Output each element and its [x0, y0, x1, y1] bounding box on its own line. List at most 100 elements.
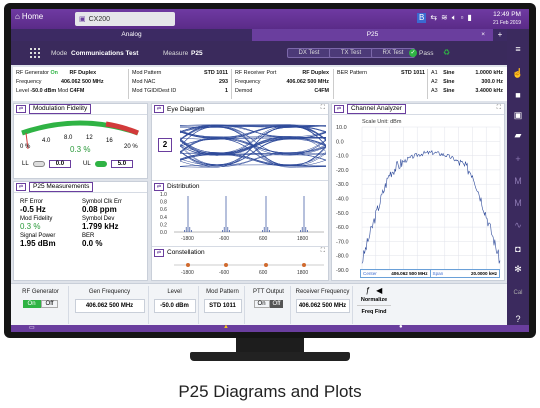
mode-value[interactable]: Communications Test — [71, 50, 138, 57]
eye-plot — [180, 124, 326, 168]
const-x-tick: -1800 — [181, 270, 194, 276]
expand-icon[interactable]: ⛶ — [321, 105, 325, 112]
ul-toggle[interactable] — [94, 161, 107, 167]
p25-grid: RF Error -0.5 Hz Symbol Clk Err 0.08 ppm M… — [20, 199, 123, 248]
audio-info: A1 Sine 1.0000 kHz A2 Sine 300.0 Hz A3 Sin… — [431, 70, 503, 94]
receiver-frequency-softkey[interactable]: Receiver Frequency 406.062 500 MHz — [293, 286, 353, 324]
spec-y-tick: 10.0 — [336, 125, 347, 131]
distribution-plot: 1.0 0.80.6 0.40.2 0.0 -1800 -600 600 1800 — [160, 192, 324, 242]
dist-y-tick: 0.0 — [160, 230, 167, 236]
ethernet-icon: ⇆ — [430, 13, 438, 22]
status-icons: B ⇆ ≋ 🔈︎ ▫ ▮ — [417, 13, 472, 23]
scale-unit: Scale Unit: dBm — [362, 119, 402, 125]
panel-title: Distribution — [167, 183, 200, 190]
gauge-value: 0.3 % — [70, 145, 90, 154]
ll-value[interactable]: 0.0 — [48, 160, 72, 168]
symbols-box[interactable]: 2 — [158, 138, 172, 152]
settings-icon[interactable]: ✻ — [512, 263, 524, 275]
swap-icon[interactable]: ⇄ — [154, 105, 164, 113]
page-caption: P25 Diagrams and Plots — [178, 382, 362, 401]
spec-y-tick: -90.0 — [336, 268, 349, 274]
ptt-output-softkey[interactable]: PTT Output On Off — [247, 286, 291, 324]
footer-bar: ▭ ▲ ● — [11, 324, 529, 332]
spectrum-plot: Scale Unit: dBm 10.0 0.0 -10.0 -20.0 -30.0 -4… — [336, 119, 501, 274]
ul-value[interactable]: 5.0 — [110, 160, 134, 168]
ber-info: BER Pattern STD 1011 — [337, 70, 425, 76]
expand-icon[interactable]: ⛶ — [497, 105, 501, 112]
mod-pattern-softkey[interactable]: Mod Pattern STD 1011 — [201, 286, 245, 324]
measure-value[interactable]: P25 — [191, 50, 203, 57]
ptt-off-toggle[interactable]: Off — [269, 300, 284, 308]
spec-y-tick: -60.0 — [336, 225, 349, 231]
ptt-on-toggle[interactable]: On — [253, 300, 270, 308]
calc-icon[interactable]: Cal — [512, 287, 524, 299]
marker-icon[interactable]: + — [512, 153, 524, 165]
pulse-icon[interactable]: ∿ — [512, 219, 524, 231]
center-freq[interactable]: Center 406.062 500 MHz — [361, 270, 431, 277]
span-info: Center 406.062 500 MHz Span 20.0000 kHz — [360, 269, 500, 278]
freq-find-button[interactable]: Freq Find — [357, 309, 391, 315]
ll-toggle[interactable] — [32, 161, 45, 167]
camera-icon: ▫ — [460, 13, 464, 22]
lock-icon[interactable]: ■ — [512, 89, 524, 101]
normalize-button[interactable]: Normalize — [357, 297, 391, 306]
panel-title: Channel Analyzer — [347, 104, 406, 114]
rf-on-toggle[interactable]: On — [22, 300, 41, 308]
tab-analog[interactable]: Analog — [11, 29, 252, 41]
dist-x-tick: -600 — [219, 236, 229, 242]
swap-icon[interactable]: ⇄ — [16, 183, 26, 191]
rf-generator-info: RF Generator On RF Duplex Frequency 406.… — [16, 70, 104, 94]
monitor-bezel: ⌂ Home ▣ CX200 B ⇆ ≋ 🔈︎ ▫ ▮ 12:49 PM 21 … — [4, 3, 536, 338]
spec-y-tick: -80.0 — [336, 254, 349, 260]
close-icon[interactable]: × — [481, 29, 485, 41]
swap-icon[interactable]: ⇄ — [154, 182, 164, 191]
dist-x-tick: 600 — [259, 236, 268, 242]
gauge-tick: 12 — [86, 135, 93, 141]
speaker-icon[interactable]: ◀ — [376, 286, 382, 295]
add-tab-button[interactable]: + — [493, 29, 507, 41]
m2-icon[interactable]: M — [512, 197, 524, 209]
device-tab[interactable]: ▣ CX200 — [75, 12, 175, 26]
dist-y-tick: 0.6 — [160, 207, 167, 213]
eye-diagram-panel: ⇄ Eye Diagram ⛶ 2 ⇄ Distribution 1.0 0.8 0… — [151, 103, 329, 281]
constellation-plot: -1800 -600 600 1800 — [174, 263, 324, 276]
swap-icon[interactable]: ⇄ — [334, 105, 344, 113]
home-button[interactable]: ⌂ Home — [15, 12, 43, 21]
swap-icon[interactable]: ⇄ — [16, 105, 26, 113]
gen-frequency-softkey[interactable]: Gen Frequency 406.062 500 MHz — [71, 286, 149, 324]
const-x-tick: 600 — [259, 270, 268, 276]
help-icon[interactable]: ? — [512, 313, 524, 325]
recycle-icon[interactable]: ♻ — [443, 48, 450, 57]
tab-p25[interactable]: P25 × — [252, 29, 493, 41]
m1-icon[interactable]: M — [512, 175, 524, 187]
spec-y-tick: -30.0 — [336, 182, 349, 188]
dx-test-button[interactable]: DX Test — [287, 48, 331, 58]
expand-icon[interactable]: ⛶ — [321, 248, 325, 255]
level-softkey[interactable]: Level -50.0 dBm — [151, 286, 199, 324]
rf-generator-softkey[interactable]: RF Generator On Off — [13, 286, 69, 324]
tx-test-button[interactable]: TX Test — [329, 48, 373, 58]
top-status-bar: ⌂ Home ▣ CX200 B ⇆ ≋ 🔈︎ ▫ ▮ 12:49 PM 21 … — [11, 9, 529, 29]
rf-off-toggle[interactable]: Off — [40, 300, 59, 308]
dist-y-tick: 0.4 — [160, 215, 167, 221]
gauge-tick: 20 % — [124, 144, 138, 150]
mod-pattern-info: Mod Pattern STD 1011 Mod NAC 293 Mod TGID/… — [132, 70, 228, 94]
spec-y-tick: -70.0 — [336, 239, 349, 245]
capture-icon[interactable]: ◘ — [512, 243, 524, 255]
location-icon[interactable]: ● — [399, 324, 403, 330]
right-sidebar: ≡ ☝ ■ ▣ ▰ + M M ∿ ◘ ✻ Cal ? — [507, 29, 529, 325]
gauge-tick: 4.0 — [42, 138, 51, 144]
swap-icon[interactable]: ⇄ — [154, 248, 164, 257]
function-icon[interactable]: ƒ — [366, 286, 370, 295]
dist-x-tick: -1800 — [181, 236, 194, 242]
pointer-icon[interactable]: ☝ — [512, 67, 524, 79]
constellation-point — [264, 263, 268, 267]
bluetooth-icon: B — [417, 13, 427, 23]
folder-icon[interactable]: ▰ — [512, 129, 524, 141]
save-icon[interactable]: ▣ — [512, 109, 524, 121]
softkey-bar: RF Generator On Off Gen Frequency 406.06… — [11, 283, 507, 325]
menu-icon[interactable]: ≡ — [512, 43, 524, 55]
span-freq[interactable]: Span 20.0000 kHz — [431, 270, 500, 277]
keyboard-icon[interactable]: ▭ — [29, 324, 35, 331]
app-grid-icon[interactable] — [29, 47, 41, 59]
